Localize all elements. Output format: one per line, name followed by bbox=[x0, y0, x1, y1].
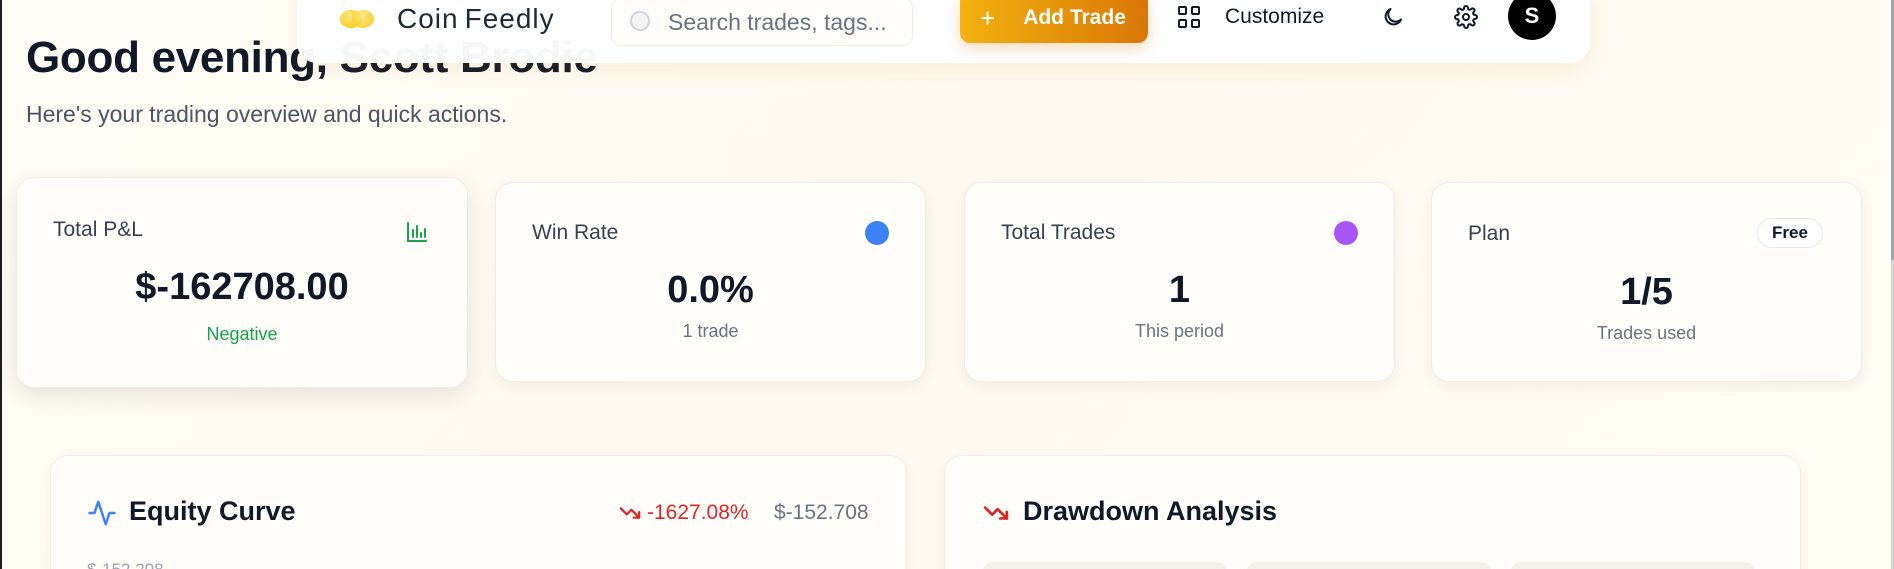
activity-icon bbox=[88, 500, 116, 526]
customize-button[interactable]: Customize bbox=[1178, 2, 1324, 32]
drawdown-metric-tile bbox=[983, 562, 1227, 569]
search-input[interactable] bbox=[668, 8, 888, 36]
stat-card-plan[interactable]: Plan Free 1/5 Trades used bbox=[1431, 182, 1862, 382]
moon-icon bbox=[1384, 8, 1402, 26]
stat-sub: 1 trade bbox=[682, 321, 739, 341]
settings-button[interactable] bbox=[1451, 2, 1481, 32]
stat-sub: This period bbox=[1134, 321, 1225, 341]
stat-title: Total Trades bbox=[1001, 221, 1116, 244]
equity-curve-title: Equity Curve bbox=[129, 496, 296, 526]
drawdown-metric-tile bbox=[1247, 562, 1491, 569]
drawdown-title: Drawdown Analysis bbox=[1023, 496, 1278, 526]
stat-card-total-trades[interactable]: Total Trades 1 This period bbox=[964, 182, 1395, 382]
equity-balance: $-152.708 bbox=[774, 501, 869, 524]
stat-title: Plan bbox=[1468, 222, 1511, 245]
bar-chart-icon bbox=[407, 222, 427, 242]
plus-icon: + bbox=[980, 2, 996, 33]
stat-value: 1 bbox=[1168, 269, 1191, 311]
greeting-subtitle: Here's your trading overview and quick a… bbox=[26, 101, 508, 127]
stat-sub: Negative bbox=[206, 324, 278, 344]
search-bar[interactable] bbox=[611, 0, 913, 46]
trades-dot-icon bbox=[1334, 221, 1358, 245]
window-left-edge bbox=[0, 0, 2, 569]
stat-value: $-162708.00 bbox=[135, 266, 349, 308]
gear-icon bbox=[1454, 5, 1478, 29]
brand-name: Coin Feedly bbox=[397, 3, 555, 34]
drawdown-analysis-panel: Drawdown Analysis bbox=[944, 455, 1801, 569]
theme-toggle-button[interactable] bbox=[1378, 2, 1408, 32]
coin-logo-icon bbox=[340, 8, 376, 30]
dashboard-grid-icon bbox=[1178, 6, 1200, 28]
stat-value: 1/5 bbox=[1620, 271, 1673, 313]
add-trade-button[interactable]: + Add Trade bbox=[960, 0, 1148, 43]
trending-down-icon bbox=[983, 506, 1009, 520]
equity-curve-panel: Equity Curve -1627.08% $-152.708 $-152,2… bbox=[50, 455, 907, 569]
stat-sub: Trades used bbox=[1596, 323, 1697, 343]
search-icon bbox=[630, 11, 652, 33]
equity-change: -1627.08% bbox=[647, 501, 749, 524]
plan-badge: Free bbox=[1757, 218, 1823, 248]
stat-title: Win Rate bbox=[532, 221, 619, 244]
add-trade-label: Add Trade bbox=[1023, 5, 1126, 29]
stat-title: Total P&L bbox=[53, 218, 143, 241]
customize-label: Customize bbox=[1225, 5, 1325, 28]
stat-card-total-pnl[interactable]: Total P&L $-162708.00 Negative bbox=[16, 177, 468, 388]
trending-down-icon bbox=[619, 507, 641, 519]
y-axis-tick: $-152,208 bbox=[87, 560, 164, 569]
drawdown-metric-tile bbox=[1511, 562, 1755, 569]
brand-logo[interactable]: Coin Feedly bbox=[340, 3, 555, 34]
stat-card-win-rate[interactable]: Win Rate 0.0% 1 trade bbox=[495, 182, 926, 382]
win-rate-dot-icon bbox=[865, 221, 889, 245]
stat-value: 0.0% bbox=[667, 269, 754, 311]
